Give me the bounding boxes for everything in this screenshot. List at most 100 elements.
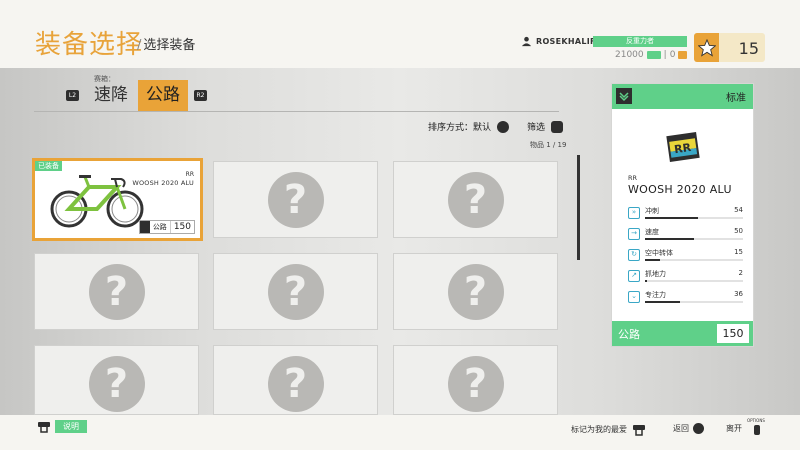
cash-icon — [646, 51, 661, 59]
road-bike-image — [50, 175, 144, 228]
speed-icon: → — [628, 228, 640, 240]
equipment-card-locked[interactable]: ? — [213, 253, 378, 330]
equipment-card-locked[interactable]: ? — [213, 345, 378, 415]
card-value: 150 — [169, 221, 194, 233]
favorite-hint[interactable]: 标记为我的最爱 — [571, 423, 646, 436]
ticket-amount: 0 — [669, 50, 676, 60]
help-hint[interactable]: 说明 — [37, 420, 87, 433]
panel-brand: RR — [628, 174, 638, 182]
tab-road[interactable]: 公路 — [138, 80, 188, 111]
grip-icon: ↗ — [628, 270, 640, 282]
brand-logo-icon: RR — [666, 132, 700, 162]
stat-name: 抓地力 — [645, 270, 666, 278]
stat-row: ↗ 抓地力 2 — [628, 267, 743, 287]
equipment-card-selected[interactable]: 已装备 RR WOOSH 2020 ALU 公路 150 — [32, 158, 203, 241]
tabs-divider — [34, 111, 559, 112]
circle-button-icon — [693, 423, 704, 434]
stat-track — [645, 259, 743, 261]
filter-button-icon[interactable] — [551, 120, 564, 133]
stat-value: 2 — [738, 269, 743, 277]
unknown-item-icon: ? — [88, 263, 145, 320]
card-class-badge: 公路 150 — [138, 220, 195, 234]
touchpad-icon — [633, 425, 645, 436]
stat-track — [645, 301, 743, 303]
stat-row: » 冲刺 54 — [628, 204, 743, 224]
equipment-card-locked[interactable]: ? — [34, 345, 199, 415]
panel-footer: 公路 150 — [612, 321, 753, 346]
unknown-item-icon: ? — [267, 171, 324, 228]
r2-button-hint: R2 — [194, 90, 207, 101]
user-icon — [521, 36, 532, 47]
chevron-down-icon — [616, 88, 632, 104]
unknown-item-icon: ? — [88, 356, 145, 412]
sort-value[interactable]: 默认 — [473, 120, 491, 133]
stat-row: → 速度 50 — [628, 225, 743, 245]
sort-button-icon[interactable] — [497, 120, 510, 133]
item-count: 物品 1 / 19 — [530, 141, 567, 149]
stat-row: ↻ 空中转体 15 — [628, 246, 743, 266]
subtitle-text: 选择装备 — [143, 38, 196, 53]
stat-name: 冲刺 — [645, 207, 659, 215]
equipment-card-locked[interactable]: ? — [213, 161, 378, 238]
equipment-card-locked[interactable]: ? — [393, 345, 558, 415]
stat-fill — [645, 217, 698, 219]
back-hint[interactable]: 返回 — [673, 423, 704, 434]
svg-text:RR: RR — [673, 141, 692, 156]
help-label: 说明 — [55, 420, 87, 433]
reputation-bar: 反重力者 — [593, 36, 687, 47]
equipment-card-locked[interactable]: ? — [393, 253, 558, 330]
focus-icon: ⌄ — [628, 291, 640, 303]
currency-row: 21000 | 0 — [615, 50, 688, 60]
stat-value: 54 — [734, 206, 743, 214]
sort-filter-row: 排序方式： 默认 筛选 — [428, 120, 564, 133]
star-icon — [697, 38, 716, 57]
card-class: 公路 — [149, 221, 170, 233]
sprint-icon: » — [628, 207, 640, 219]
title-separator: / — [137, 38, 142, 53]
page-title: 装备选择 — [35, 30, 144, 60]
touchpad-icon — [38, 422, 50, 433]
stat-name: 专注力 — [645, 291, 666, 299]
stat-track — [645, 217, 743, 219]
filter-label[interactable]: 筛选 — [527, 120, 545, 133]
equipment-card-locked[interactable]: ? — [34, 253, 199, 330]
stat-value: 50 — [734, 227, 743, 235]
air-spin-icon: ↻ — [628, 249, 640, 261]
l2-button-hint: L2 — [66, 90, 79, 101]
equipment-card-locked[interactable]: ? — [393, 161, 558, 238]
stat-track — [645, 280, 743, 282]
stat-value: 15 — [734, 248, 743, 256]
favorite-label: 标记为我的最爱 — [571, 425, 627, 434]
stat-fill — [645, 301, 681, 303]
unknown-item-icon: ? — [267, 356, 324, 412]
sort-label: 排序方式： — [428, 123, 474, 133]
panel-model: WOOSH 2020 ALU — [628, 183, 732, 196]
options-button-icon[interactable] — [754, 425, 760, 435]
grid-scrollbar[interactable] — [577, 155, 580, 260]
unknown-item-icon: ? — [447, 263, 504, 320]
panel-header: 标准 — [612, 84, 753, 109]
stars-count: 15 — [738, 39, 759, 58]
page-subtitle: / 选择装备 — [137, 34, 195, 53]
stat-value: 36 — [734, 290, 743, 298]
panel-header-label: 标准 — [726, 93, 746, 104]
ticket-icon — [678, 51, 688, 59]
chevron-down-icon — [139, 221, 150, 233]
cash-amount: 21000 — [615, 50, 644, 60]
card-brand: RR — [185, 171, 194, 178]
unknown-item-icon: ? — [267, 263, 324, 320]
exit-label: 离开 — [726, 424, 742, 433]
back-label: 返回 — [673, 424, 689, 433]
stat-fill — [645, 280, 647, 282]
tab-downhill[interactable]: 速降 — [86, 80, 136, 111]
stat-fill — [645, 238, 694, 240]
panel-value: 150 — [717, 324, 749, 343]
unknown-item-icon: ? — [447, 171, 504, 228]
item-detail-panel: 标准 RR RR WOOSH 2020 ALU » 冲刺 54 → 速度 50 … — [611, 83, 754, 347]
exit-hint[interactable]: 离开 — [726, 423, 742, 434]
options-label: OPTIONS — [747, 418, 765, 423]
stat-row: ⌄ 专注力 36 — [628, 288, 743, 308]
star-badge — [694, 33, 719, 62]
currency-divider: | — [663, 50, 667, 60]
stat-name: 空中转体 — [645, 249, 673, 257]
